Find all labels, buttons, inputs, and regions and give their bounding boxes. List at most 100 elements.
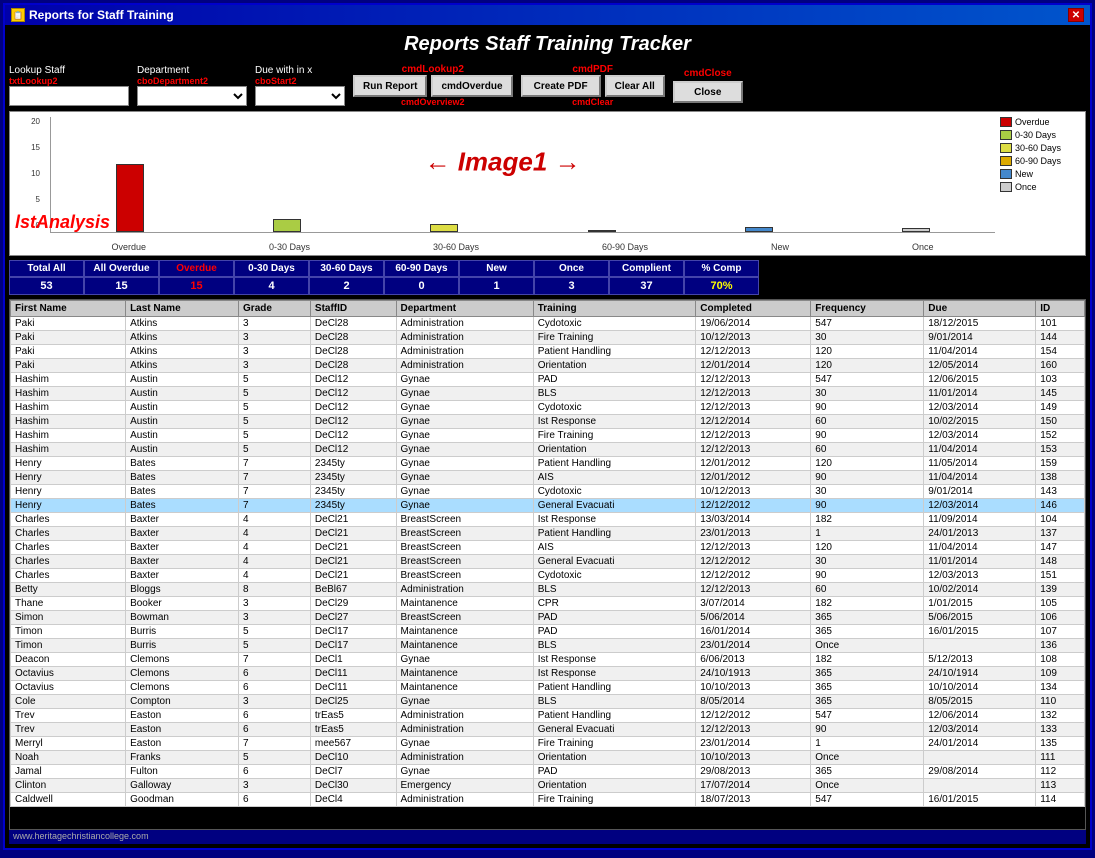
table-row[interactable]: DeaconClemons7DeCl1GynaeIst Response6/06… — [11, 653, 1085, 667]
table-cell-9: 109 — [1036, 667, 1085, 681]
table-row[interactable]: PakiAtkins3DeCl28AdministrationPatient H… — [11, 345, 1085, 359]
table-cell-2: 5 — [239, 751, 311, 765]
table-row[interactable]: PakiAtkins3DeCl28AdministrationCydotoxic… — [11, 317, 1085, 331]
due-select[interactable] — [255, 86, 345, 106]
table-cell-0: Paki — [11, 345, 126, 359]
table-cell-5: Orientation — [533, 779, 696, 793]
table-cell-9: 148 — [1036, 555, 1085, 569]
table-row[interactable]: HenryBates72345tyGynaeAIS12/01/20129011/… — [11, 471, 1085, 485]
department-select[interactable] — [137, 86, 247, 106]
table-cell-6: 10/10/2013 — [696, 681, 811, 695]
table-cell-6: 12/12/2013 — [696, 401, 811, 415]
table-cell-7: 547 — [811, 317, 924, 331]
table-cell-4: Emergency — [396, 779, 533, 793]
table-cell-4: Gynae — [396, 485, 533, 499]
table-cell-1: Baxter — [126, 513, 239, 527]
table-row[interactable]: HashimAustin5DeCl12GynaeOrientation12/12… — [11, 443, 1085, 457]
table-cell-5: General Evacuati — [533, 555, 696, 569]
table-cell-3: DeCl28 — [310, 331, 396, 345]
window-close-button[interactable]: ✕ — [1068, 8, 1084, 22]
table-row[interactable]: SimonBowman3DeCl27BreastScreenPAD5/06/20… — [11, 611, 1085, 625]
table-row[interactable]: TimonBurris5DeCl17MaintanenceBLS23/01/20… — [11, 639, 1085, 653]
table-cell-2: 7 — [239, 653, 311, 667]
table-row[interactable]: ClintonGalloway3DeCl30EmergencyOrientati… — [11, 779, 1085, 793]
table-row[interactable]: OctaviusClemons6DeCl11MaintanencePatient… — [11, 681, 1085, 695]
table-cell-0: Trev — [11, 723, 126, 737]
table-cell-8: 18/12/2015 — [924, 317, 1036, 331]
close-button[interactable]: Close — [673, 81, 743, 103]
table-cell-0: Hashim — [11, 401, 126, 415]
table-cell-4: Administration — [396, 709, 533, 723]
table-cell-3: DeCl12 — [310, 415, 396, 429]
table-cell-7: Once — [811, 639, 924, 653]
table-row[interactable]: PakiAtkins3DeCl28AdministrationFire Trai… — [11, 331, 1085, 345]
summary-value-3: 4 — [234, 277, 309, 295]
table-cell-8 — [924, 639, 1036, 653]
x-labels: Overdue0-30 Days30-60 Days60-90 DaysNewO… — [50, 242, 995, 252]
table-row[interactable]: HashimAustin5DeCl12GynaeIst Response12/1… — [11, 415, 1085, 429]
table-row[interactable]: HashimAustin5DeCl12GynaeFire Training12/… — [11, 429, 1085, 443]
table-row[interactable]: NoahFranks5DeCl10AdministrationOrientati… — [11, 751, 1085, 765]
table-cell-3: DeCl10 — [310, 751, 396, 765]
table-row[interactable]: CharlesBaxter4DeCl21BreastScreenAIS12/12… — [11, 541, 1085, 555]
controls-area: Lookup Staff txtLookup2 Department cboDe… — [9, 64, 1086, 107]
table-row[interactable]: TrevEaston6trEas5AdministrationGeneral E… — [11, 723, 1085, 737]
table-row[interactable]: CaldwellGoodman6DeCl4AdministrationFire … — [11, 793, 1085, 807]
table-cell-5: Orientation — [533, 443, 696, 457]
table-cell-3: DeCl21 — [310, 527, 396, 541]
table-row[interactable]: HenryBates72345tyGynaeGeneral Evacuati12… — [11, 499, 1085, 513]
table-row[interactable]: TimonBurris5DeCl17MaintanencePAD16/01/20… — [11, 625, 1085, 639]
table-row[interactable]: CharlesBaxter4DeCl21BreastScreenGeneral … — [11, 555, 1085, 569]
table-cell-7: 30 — [811, 331, 924, 345]
table-cell-3: DeCl12 — [310, 401, 396, 415]
table-cell-3: DeCl21 — [310, 513, 396, 527]
table-cell-4: Gynae — [396, 401, 533, 415]
table-cell-4: BreastScreen — [396, 541, 533, 555]
table-cell-4: Administration — [396, 583, 533, 597]
table-row[interactable]: HenryBates72345tyGynaePatient Handling12… — [11, 457, 1085, 471]
table-body: PakiAtkins3DeCl28AdministrationCydotoxic… — [11, 317, 1085, 807]
table-header-row: First NameLast NameGradeStaffIDDepartmen… — [11, 301, 1085, 317]
table-cell-1: Atkins — [126, 317, 239, 331]
table-cell-3: DeCl11 — [310, 667, 396, 681]
table-row[interactable]: HenryBates72345tyGynaeCydotoxic10/12/201… — [11, 485, 1085, 499]
table-cell-0: Paki — [11, 359, 126, 373]
table-row[interactable]: ThaneBooker3DeCl29MaintanenceCPR3/07/201… — [11, 597, 1085, 611]
cmd-pdf-group: cmdPDF Create PDF Clear All cmdClear — [521, 64, 665, 107]
table-cell-3: mee567 — [310, 737, 396, 751]
table-row[interactable]: CharlesBaxter4DeCl21BreastScreenCydotoxi… — [11, 569, 1085, 583]
table-cell-9: 110 — [1036, 695, 1085, 709]
table-cell-0: Hashim — [11, 415, 126, 429]
table-row[interactable]: PakiAtkins3DeCl28AdministrationOrientati… — [11, 359, 1085, 373]
table-row[interactable]: TrevEaston6trEas5AdministrationPatient H… — [11, 709, 1085, 723]
table-cell-8: 5/12/2013 — [924, 653, 1036, 667]
table-cell-9: 105 — [1036, 597, 1085, 611]
table-row[interactable]: BettyBloggs8BeBl67AdministrationBLS12/12… — [11, 583, 1085, 597]
table-row[interactable]: CharlesBaxter4DeCl21BreastScreenIst Resp… — [11, 513, 1085, 527]
table-cell-7: 120 — [811, 541, 924, 555]
table-cell-2: 5 — [239, 401, 311, 415]
table-cell-1: Easton — [126, 723, 239, 737]
run-report-button[interactable]: Run Report — [353, 75, 427, 97]
table-row[interactable]: CharlesBaxter4DeCl21BreastScreenPatient … — [11, 527, 1085, 541]
table-row[interactable]: MerrylEaston7mee567GynaeFire Training23/… — [11, 737, 1085, 751]
table-row[interactable]: OctaviusClemons6DeCl11MaintanenceIst Res… — [11, 667, 1085, 681]
table-cell-4: BreastScreen — [396, 555, 533, 569]
table-cell-3: 2345ty — [310, 499, 396, 513]
table-cell-6: 10/10/2013 — [696, 751, 811, 765]
table-cell-3: DeCl30 — [310, 779, 396, 793]
table-cell-4: Maintanence — [396, 681, 533, 695]
table-row[interactable]: HashimAustin5DeCl12GynaeBLS12/12/2013301… — [11, 387, 1085, 401]
table-row[interactable]: ColeCompton3DeCl25GynaeBLS8/05/20143658/… — [11, 695, 1085, 709]
table-row[interactable]: JamalFulton6DeCl7GynaePAD29/08/201336529… — [11, 765, 1085, 779]
table-cell-8: 16/01/2015 — [924, 625, 1036, 639]
table-cell-0: Charles — [11, 527, 126, 541]
table-row[interactable]: HashimAustin5DeCl12GynaeCydotoxic12/12/2… — [11, 401, 1085, 415]
table-cell-4: Gynae — [396, 471, 533, 485]
clear-all-button[interactable]: Clear All — [605, 75, 665, 97]
table-row[interactable]: HashimAustin5DeCl12GynaePAD12/12/2013547… — [11, 373, 1085, 387]
create-pdf-button[interactable]: Create PDF — [521, 75, 601, 97]
lookup-input[interactable] — [9, 86, 129, 106]
table-cell-5: Cydotoxic — [533, 485, 696, 499]
cmd-overdue-button[interactable]: cmdOverdue — [431, 75, 512, 97]
